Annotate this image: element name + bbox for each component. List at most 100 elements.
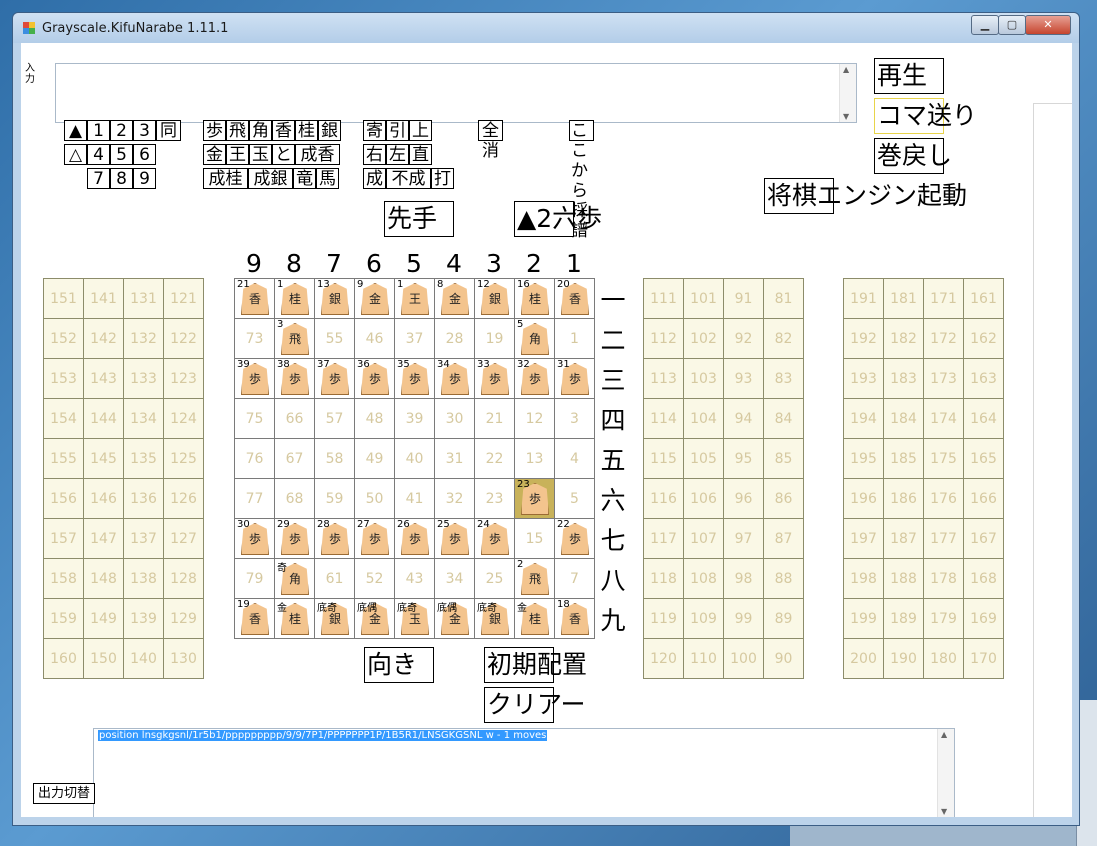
board-square[interactable]: 22 — [474, 438, 515, 479]
stand-right-cell[interactable]: 174 — [923, 398, 964, 439]
close-icon[interactable]: ✕ — [1025, 15, 1071, 35]
stand-right-cell[interactable]: 178 — [923, 558, 964, 599]
key-piece[interactable]: 成香 — [295, 144, 340, 165]
stand-middle-cell[interactable]: 108 — [683, 558, 724, 599]
board-square[interactable]: 4 — [554, 438, 595, 479]
key-piece[interactable]: 歩 — [203, 120, 226, 141]
stand-left-cell[interactable]: 156 — [43, 478, 84, 519]
key-move[interactable]: 右 — [363, 144, 386, 165]
stand-right-cell[interactable]: 168 — [963, 558, 1004, 599]
board-square[interactable]: 73 — [234, 318, 275, 359]
board-square-piece[interactable]: 21 香 — [234, 278, 275, 319]
key-move[interactable]: 成 — [363, 168, 386, 189]
board-square-piece[interactable]: 16 桂 — [514, 278, 555, 319]
board-square[interactable]: 49 — [354, 438, 395, 479]
board-square-piece[interactable]: 3飛 — [274, 318, 315, 359]
board-square[interactable]: 52 — [354, 558, 395, 599]
stand-right-cell[interactable]: 167 — [963, 518, 1004, 559]
key-piece[interactable]: 角 — [249, 120, 272, 141]
stand-left-cell[interactable]: 144 — [83, 398, 124, 439]
key-number[interactable]: 6 — [133, 144, 156, 165]
stand-middle-cell[interactable]: 95 — [723, 438, 764, 479]
stand-middle-cell[interactable]: 112 — [643, 318, 684, 359]
board-square-piece[interactable]: 39 歩 — [234, 358, 275, 399]
stand-left-cell[interactable]: 145 — [83, 438, 124, 479]
board-square-piece[interactable]: 32 歩 — [514, 358, 555, 399]
stand-right-cell[interactable]: 176 — [923, 478, 964, 519]
key-piece[interactable]: 成桂 — [203, 168, 248, 189]
stand-right-cell[interactable]: 182 — [883, 318, 924, 359]
key-number[interactable]: ▲ — [64, 120, 87, 141]
board-square[interactable]: 34 — [434, 558, 475, 599]
key-number[interactable]: 5 — [110, 144, 133, 165]
stand-middle-cell[interactable]: 86 — [763, 478, 804, 519]
key-piece[interactable]: 香 — [272, 120, 295, 141]
board-square[interactable]: 28 — [434, 318, 475, 359]
board-square[interactable]: 59 — [314, 478, 355, 519]
board-square-piece[interactable]: 底偶金 — [354, 598, 395, 639]
output-scroll-down-icon[interactable]: ▼ — [941, 807, 947, 816]
board-square[interactable]: 19 — [474, 318, 515, 359]
stand-left-cell[interactable]: 147 — [83, 518, 124, 559]
stand-right-cell[interactable]: 180 — [923, 638, 964, 679]
board-square[interactable]: 13 — [514, 438, 555, 479]
stand-middle-cell[interactable]: 87 — [763, 518, 804, 559]
board-square-piece[interactable]: 底奇玉 — [394, 598, 435, 639]
stand-left-cell[interactable]: 123 — [163, 358, 204, 399]
output-toggle-button[interactable]: 出力切替 — [33, 783, 95, 804]
board-square-piece[interactable]: 22 歩 — [554, 518, 595, 559]
stand-right-cell[interactable]: 165 — [963, 438, 1004, 479]
scroll-up-icon[interactable]: ▲ — [843, 65, 849, 74]
stand-middle-cell[interactable]: 110 — [683, 638, 724, 679]
stand-right-cell[interactable]: 196 — [843, 478, 884, 519]
stand-middle-cell[interactable]: 120 — [643, 638, 684, 679]
key-piece[interactable]: 桂 — [295, 120, 318, 141]
board-square-piece[interactable]: 金桂 — [274, 598, 315, 639]
stand-middle-cell[interactable]: 88 — [763, 558, 804, 599]
stand-left-cell[interactable]: 130 — [163, 638, 204, 679]
step-forward-button[interactable]: コマ送り — [874, 98, 977, 134]
stand-middle-cell[interactable]: 116 — [643, 478, 684, 519]
stand-right-cell[interactable]: 200 — [843, 638, 884, 679]
board-square[interactable]: 61 — [314, 558, 355, 599]
stand-right-cell[interactable]: 162 — [963, 318, 1004, 359]
key-number[interactable]: 1 — [87, 120, 110, 141]
board-square-piece[interactable]: 25 歩 — [434, 518, 475, 559]
board-square-piece[interactable]: 38 歩 — [274, 358, 315, 399]
board-square[interactable]: 30 — [434, 398, 475, 439]
stand-right-cell[interactable]: 172 — [923, 318, 964, 359]
orientation-button[interactable]: 向き — [364, 647, 434, 683]
stand-middle-cell[interactable]: 89 — [763, 598, 804, 639]
key-number[interactable]: 9 — [133, 168, 156, 189]
clear-all-button[interactable]: 全消 — [478, 120, 503, 161]
stand-left-cell[interactable]: 135 — [123, 438, 164, 479]
stand-middle-cell[interactable]: 118 — [643, 558, 684, 599]
stand-middle-cell[interactable]: 94 — [723, 398, 764, 439]
board-square-piece[interactable]: 30 歩 — [234, 518, 275, 559]
stand-left-cell[interactable]: 121 — [163, 278, 204, 319]
stand-right-cell[interactable]: 175 — [923, 438, 964, 479]
board-square-piece[interactable]: 28 歩 — [314, 518, 355, 559]
stand-middle-cell[interactable]: 109 — [683, 598, 724, 639]
stand-middle-cell[interactable]: 83 — [763, 358, 804, 399]
stand-right-cell[interactable]: 179 — [923, 598, 964, 639]
key-piece[interactable]: 金 — [203, 144, 226, 165]
stand-middle-cell[interactable]: 115 — [643, 438, 684, 479]
stand-left-cell[interactable]: 127 — [163, 518, 204, 559]
stand-right-cell[interactable]: 187 — [883, 518, 924, 559]
stand-left-cell[interactable]: 124 — [163, 398, 204, 439]
key-number[interactable]: 3 — [133, 120, 156, 141]
stand-left-cell[interactable]: 159 — [43, 598, 84, 639]
stand-left-cell[interactable]: 134 — [123, 398, 164, 439]
board-square[interactable]: 40 — [394, 438, 435, 479]
board-square[interactable]: 66 — [274, 398, 315, 439]
board-square[interactable]: 23 — [474, 478, 515, 519]
stand-right-cell[interactable]: 184 — [883, 398, 924, 439]
board-square-piece[interactable]: 2飛 — [514, 558, 555, 599]
key-piece[interactable]: と — [272, 144, 295, 165]
stand-right-cell[interactable]: 197 — [843, 518, 884, 559]
board-square[interactable]: 32 — [434, 478, 475, 519]
stand-left-cell[interactable]: 149 — [83, 598, 124, 639]
stand-middle-cell[interactable]: 102 — [683, 318, 724, 359]
stand-left-cell[interactable]: 136 — [123, 478, 164, 519]
